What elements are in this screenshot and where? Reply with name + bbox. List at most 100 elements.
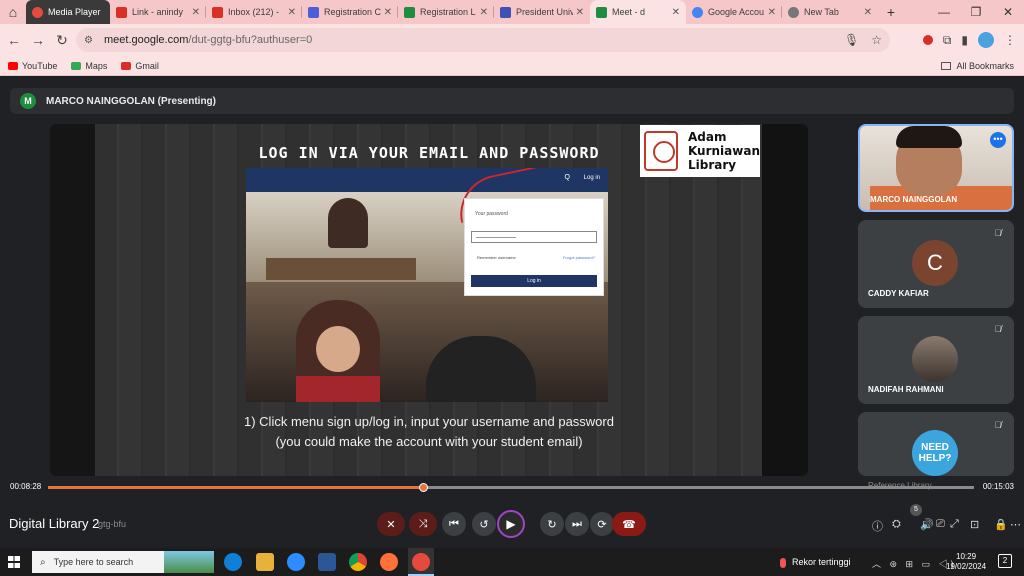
- activities-icon[interactable]: ⊡: [970, 518, 979, 531]
- url-path: /dut-ggtg-bfu?authuser=0: [188, 34, 313, 46]
- participant-tile-marco[interactable]: ••• MARCO NAINGGOLAN: [858, 124, 1014, 212]
- tab-meet[interactable]: Meet - d ✕: [590, 0, 686, 24]
- extensions-icon[interactable]: ⧉: [943, 33, 952, 48]
- site-search-icon: Q: [564, 174, 570, 181]
- clock-date: 19/02/2024: [946, 562, 987, 571]
- microphone-icon[interactable]: 🎙: [844, 33, 859, 47]
- minimize-icon[interactable]: —: [928, 0, 960, 24]
- close-tab-icon[interactable]: ✕: [768, 7, 776, 18]
- forward-button[interactable]: ↻: [540, 512, 564, 536]
- notification-icon[interactable]: 2: [998, 554, 1012, 568]
- side-panel-icon[interactable]: ▮: [961, 33, 968, 47]
- bookmark-label: Maps: [85, 60, 108, 71]
- word-icon[interactable]: [318, 553, 336, 571]
- more-icon[interactable]: ⋯: [1010, 518, 1021, 531]
- previous-button[interactable]: ⏮: [442, 512, 466, 536]
- chrome-icon[interactable]: [349, 553, 367, 571]
- menu-icon[interactable]: ⋮: [1004, 33, 1016, 47]
- close-window-icon[interactable]: ✕: [992, 0, 1024, 24]
- clock[interactable]: 10:29 19/02/2024: [946, 552, 986, 572]
- seek-track[interactable]: [48, 483, 974, 492]
- participant-tile-reference-library[interactable]: 🎙̸ NEED HELP?: [858, 412, 1014, 476]
- new-tab-icon[interactable]: +: [878, 4, 904, 20]
- more-options-icon[interactable]: •••: [990, 132, 1006, 148]
- close-tab-icon[interactable]: ✕: [864, 7, 872, 18]
- bookmark-maps[interactable]: Maps: [71, 61, 107, 71]
- tab-registration-2[interactable]: Registration L ✕: [398, 0, 494, 24]
- rewind-icon: ↺: [479, 518, 489, 531]
- repeat-button[interactable]: ⟳: [590, 512, 614, 536]
- tab-title: Link - anindy: [132, 7, 184, 17]
- site-info-icon[interactable]: ⚙: [84, 35, 98, 46]
- bookmark-label: YouTube: [22, 60, 58, 71]
- seek-handle[interactable]: [419, 483, 429, 492]
- presentation-screen: LOG IN VIA YOUR EMAIL AND PASSWORD Adam …: [50, 124, 808, 476]
- mic-off-button[interactable]: ✕: [377, 512, 405, 536]
- file-explorer-icon[interactable]: [256, 553, 274, 571]
- close-tab-icon[interactable]: ✕: [576, 7, 584, 18]
- bookmark-youtube[interactable]: YouTube: [8, 61, 57, 71]
- home-icon[interactable]: ⌂: [0, 0, 26, 24]
- close-tab-icon[interactable]: ✕: [384, 7, 392, 18]
- cast-icon[interactable]: ⎚: [936, 518, 945, 531]
- student-figure: [328, 198, 368, 248]
- tab-president-univ[interactable]: President Univ ✕: [494, 0, 590, 24]
- play-button[interactable]: ▶: [497, 510, 525, 538]
- profile-avatar[interactable]: [978, 32, 994, 48]
- tab-media-player[interactable]: Media Player: [26, 0, 110, 24]
- logo-line: Adam: [687, 130, 727, 144]
- caption-line: 1) Click menu sign up/log in, input your…: [244, 414, 614, 429]
- leave-call-button[interactable]: ☎: [612, 512, 646, 536]
- volume-icon[interactable]: 🔊: [920, 518, 934, 531]
- bookmark-label: Gmail: [135, 60, 159, 71]
- close-tab-icon[interactable]: ✕: [672, 7, 680, 18]
- tab-link[interactable]: Link - anindy ✕: [110, 0, 206, 24]
- media-player-taskbar-button[interactable]: [408, 548, 434, 576]
- weather-widget[interactable]: Rekor tertinggi: [780, 557, 851, 568]
- url-field[interactable]: ⚙ meet.google.com/dut-ggtg-bfu?authuser=…: [76, 28, 890, 52]
- participant-tile-nadifah[interactable]: 🎙̸ NADIFAH RAHMANI: [858, 316, 1014, 404]
- info-icon[interactable]: ⓘ: [872, 518, 883, 534]
- participant-tile-caddy[interactable]: 🎙̸ C CADDY KAFIAR: [858, 220, 1014, 308]
- people-icon[interactable]: ⛭: [892, 518, 901, 531]
- back-icon[interactable]: ←: [2, 32, 26, 48]
- gmail-icon: [212, 6, 223, 18]
- tab-title: New Tab: [804, 7, 839, 17]
- taskbar-search[interactable]: ⌕ Type here to search: [32, 551, 214, 573]
- close-tab-icon[interactable]: ✕: [480, 7, 488, 18]
- close-tab-icon[interactable]: ✕: [192, 7, 200, 18]
- sheets-icon: [404, 6, 415, 18]
- tab-inbox[interactable]: Inbox (212) - ✕: [206, 0, 302, 24]
- meet-icon: [596, 6, 607, 18]
- next-icon: ⏭: [572, 517, 582, 530]
- system-tray-icons[interactable]: ︿ ⊛ ⊞ ▭ ◁): [872, 557, 957, 570]
- restore-icon[interactable]: ❐: [960, 0, 992, 24]
- windows-start-icon[interactable]: [8, 556, 20, 568]
- bookmark-star-icon[interactable]: ☆: [871, 33, 882, 47]
- tab-new-tab[interactable]: New Tab ✕: [782, 0, 878, 24]
- shuffle-button[interactable]: ⤨: [409, 512, 437, 536]
- tab-registration-1[interactable]: Registration C ✕: [302, 0, 398, 24]
- next-button[interactable]: ⏭: [565, 512, 589, 536]
- video-title: Digital Library 2: [9, 516, 100, 531]
- rewind-button[interactable]: ↺: [472, 512, 496, 536]
- reload-icon[interactable]: ↻: [50, 32, 74, 49]
- shuffle-icon: ⤨: [418, 517, 428, 530]
- participant-avatar: C: [912, 240, 958, 286]
- lock-icon[interactable]: 🔒: [994, 518, 1008, 531]
- bookmark-gmail[interactable]: Gmail: [121, 61, 159, 71]
- all-bookmarks[interactable]: All Bookmarks: [941, 61, 1014, 71]
- close-tab-icon[interactable]: ✕: [288, 7, 296, 18]
- login-panel: Your password Remember username Forgot p…: [464, 198, 604, 296]
- edge-icon[interactable]: [224, 553, 242, 571]
- tab-title: Media Player: [48, 7, 101, 17]
- slide-caption: 1) Click menu sign up/log in, input your…: [50, 412, 808, 452]
- mic-off-icon: 🎙̸: [994, 420, 1002, 430]
- recording-icon[interactable]: [922, 35, 933, 45]
- tab-google-account[interactable]: Google Accou ✕: [686, 0, 782, 24]
- forward-icon[interactable]: →: [26, 32, 50, 48]
- firefox-icon[interactable]: [380, 553, 398, 571]
- zoom-icon[interactable]: [287, 553, 305, 571]
- presenter-label: MARCO NAINGGOLAN (Presenting): [46, 95, 216, 107]
- fullscreen-icon[interactable]: ⤢: [950, 518, 959, 531]
